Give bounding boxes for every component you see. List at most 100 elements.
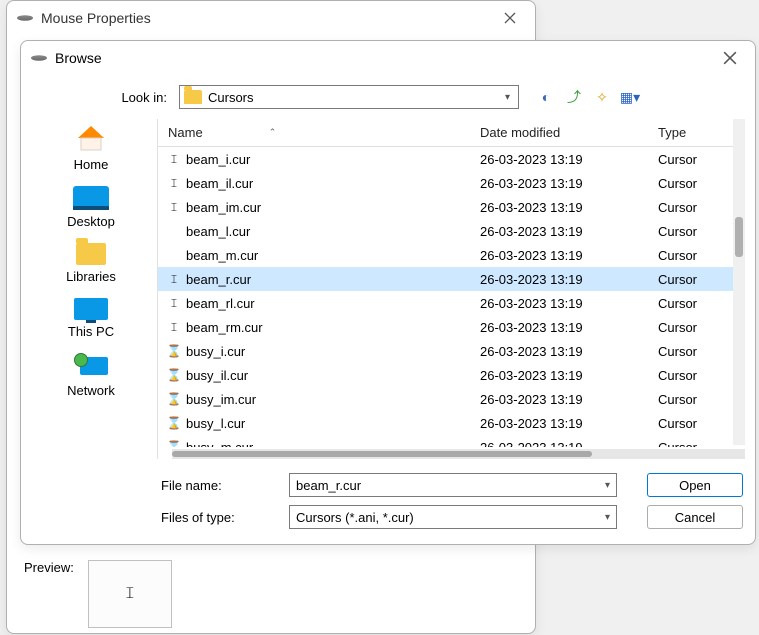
file-row[interactable]: beam_m.cur 26-03-2023 13:19Cursor [158,243,745,267]
filename-value: beam_r.cur [296,478,605,493]
scrollbar-thumb[interactable] [735,217,743,257]
browse-close-button[interactable] [715,43,745,73]
file-type: Cursor [658,224,745,239]
desktop-icon [73,186,109,210]
column-header-type[interactable]: Type [658,125,745,140]
sort-asc-icon: ⌃ [269,127,277,138]
file-type: Cursor [658,200,745,215]
cursor-file-icon: ⌛ [168,440,180,447]
cursor-file-icon: 𝙸 [168,272,180,287]
lookin-row: Look in: Cursors ▾ ◐ ⤴ ✧ ▦▾ [91,85,745,109]
file-row[interactable]: ⌛busy_l.cur26-03-2023 13:19Cursor [158,411,745,435]
file-name: beam_il.cur [186,176,253,191]
file-row[interactable]: 𝙸beam_il.cur26-03-2023 13:19Cursor [158,171,745,195]
vertical-scrollbar[interactable] [733,119,745,445]
file-type: Cursor [658,176,745,191]
app-icon [17,15,33,21]
filename-input[interactable]: beam_r.cur ▾ [289,473,617,497]
file-type: Cursor [658,368,745,383]
open-button[interactable]: Open [647,473,743,497]
parent-window-title: Mouse Properties [41,10,495,26]
file-name: beam_l.cur [186,224,250,239]
browse-dialog: Browse Look in: Cursors ▾ ◐ ⤴ ✧ ▦▾ [20,40,756,545]
up-one-level-button[interactable]: ⤴ [565,88,583,106]
cursor-file-icon: 𝙸 [168,152,180,167]
libraries-icon [76,243,106,265]
parent-titlebar[interactable]: Mouse Properties [7,1,535,35]
cursor-file-icon: ⌛ [168,392,180,406]
browse-window-title: Browse [55,50,715,66]
browse-titlebar[interactable]: Browse [21,41,755,75]
file-date: 26-03-2023 13:19 [480,200,658,215]
parent-close-button[interactable] [495,3,525,33]
places-bar: Home Desktop Libraries This PC Network [31,119,151,459]
preview-label: Preview: [24,560,74,575]
place-desktop[interactable]: Desktop [31,186,151,229]
place-label: Desktop [67,214,115,229]
cursor-file-icon: 𝙸 [168,320,180,335]
open-button-label: Open [679,478,711,493]
file-date: 26-03-2023 13:19 [480,440,658,448]
this-pc-icon [74,298,108,320]
file-date: 26-03-2023 13:19 [480,392,658,407]
file-row[interactable]: 𝙸beam_rl.cur26-03-2023 13:19Cursor [158,291,745,315]
horizontal-scrollbar[interactable] [172,449,745,459]
nav-icon-bar: ◐ ⤴ ✧ ▦▾ [537,88,639,106]
file-name: busy_il.cur [186,368,248,383]
scrollbar-thumb[interactable] [172,451,592,457]
cursor-file-icon: 𝙸 [168,176,180,191]
place-label: Network [67,383,115,398]
file-name: beam_m.cur [186,248,258,263]
view-menu-button[interactable]: ▦▾ [621,88,639,106]
filename-label: File name: [161,478,289,493]
place-label: Home [74,157,109,172]
file-date: 26-03-2023 13:19 [480,320,658,335]
filetype-combo[interactable]: Cursors (*.ani, *.cur) ▾ [289,505,617,529]
cursor-file-icon: 𝙸 [168,296,180,311]
cursor-file-icon: ⌛ [168,368,180,382]
file-date: 26-03-2023 13:19 [480,224,658,239]
file-list[interactable]: 𝙸beam_i.cur26-03-2023 13:19Cursor𝙸beam_i… [158,147,745,447]
cancel-button[interactable]: Cancel [647,505,743,529]
file-type: Cursor [658,440,745,448]
file-row[interactable]: 𝙸beam_im.cur 26-03-2023 13:19Cursor [158,195,745,219]
file-type: Cursor [658,320,745,335]
file-name: busy_im.cur [186,392,256,407]
place-home[interactable]: Home [31,123,151,172]
lookin-value: Cursors [208,90,501,105]
place-libraries[interactable]: Libraries [31,243,151,284]
file-name: beam_im.cur [186,200,261,215]
column-header-name-label: Name [168,125,203,140]
preview-section: Preview: 𝙸 [24,560,172,628]
file-date: 26-03-2023 13:19 [480,344,658,359]
folder-icon [184,90,202,104]
column-header-name[interactable]: Name ⌃ [158,125,480,140]
file-row[interactable]: ⌛ busy_il.cur 26-03-2023 13:19Cursor [158,363,745,387]
file-name: busy_l.cur [186,416,245,431]
place-this-pc[interactable]: This PC [31,298,151,339]
column-header-date[interactable]: Date modified [480,125,658,140]
file-date: 26-03-2023 13:19 [480,296,658,311]
file-row[interactable]: 𝙸beam_r.cur26-03-2023 13:19Cursor [158,267,745,291]
file-date: 26-03-2023 13:19 [480,416,658,431]
file-row[interactable]: beam_l.cur 26-03-2023 13:19Cursor [158,219,745,243]
back-button[interactable]: ◐ [537,88,555,106]
lookin-label: Look in: [91,90,171,105]
file-type: Cursor [658,248,745,263]
file-date: 26-03-2023 13:19 [480,368,658,383]
lookin-combo[interactable]: Cursors ▾ [179,85,519,109]
file-row[interactable]: ⌛busy_im.cur26-03-2023 13:19Cursor [158,387,745,411]
cursor-file-icon: 𝙸 [168,200,180,215]
file-date: 26-03-2023 13:19 [480,248,658,263]
file-name: beam_i.cur [186,152,250,167]
file-row[interactable]: ⌛busy_m.cur26-03-2023 13:19Cursor [158,435,745,447]
file-name: beam_r.cur [186,272,251,287]
file-row[interactable]: ⌛busy_i.cur26-03-2023 13:19Cursor [158,339,745,363]
file-type: Cursor [658,152,745,167]
filetype-label: Files of type: [161,510,289,525]
chevron-down-icon: ▾ [605,480,610,491]
file-row[interactable]: 𝙸beam_i.cur26-03-2023 13:19Cursor [158,147,745,171]
place-network[interactable]: Network [31,353,151,398]
file-row[interactable]: 𝙸beam_rm.cur26-03-2023 13:19Cursor [158,315,745,339]
new-folder-button[interactable]: ✧ [593,88,611,106]
